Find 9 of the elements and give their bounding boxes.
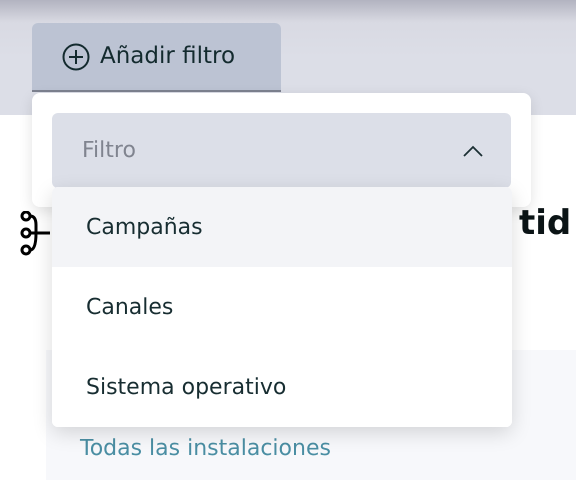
page-heading: tid: [519, 203, 572, 244]
add-filter-button[interactable]: Añadir filtro: [32, 23, 281, 92]
branch-icon: [20, 211, 50, 257]
add-circle-icon: [62, 42, 90, 70]
all-installations-link[interactable]: Todas las instalaciones: [80, 436, 331, 461]
chevron-icon: [463, 144, 483, 156]
filter-option[interactable]: Campañas: [52, 187, 512, 267]
filter-option[interactable]: Sistema operativo: [52, 347, 512, 427]
filter-option[interactable]: Canales: [52, 267, 512, 347]
